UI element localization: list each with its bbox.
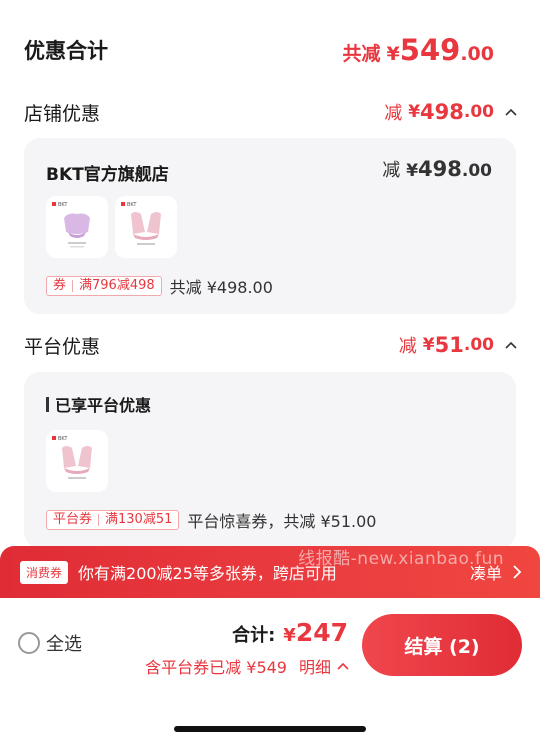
store-card-decimal: .00 bbox=[461, 161, 492, 181]
product-thumbnail[interactable]: BKT bbox=[115, 196, 177, 258]
store-prefix: 减 bbox=[384, 103, 403, 124]
store-coupon-row: 券 满796减498 共减 ¥498.00 bbox=[46, 274, 273, 298]
summary-prefix: 共减 bbox=[342, 43, 381, 65]
product-thumbnail[interactable]: BKT bbox=[46, 430, 108, 492]
enjoyed-platform-title: 已享平台优惠 bbox=[46, 392, 151, 416]
select-all-toggle[interactable]: 全选 bbox=[18, 630, 82, 656]
coupon-label: 平台券 bbox=[53, 512, 93, 527]
coupon-rule: 满796减498 bbox=[79, 278, 155, 293]
discount-summary-title: 优惠合计 bbox=[24, 39, 108, 63]
store-coupon-tag[interactable]: 券 满796减498 bbox=[46, 276, 162, 296]
title-bar-marker bbox=[46, 396, 49, 412]
platform-coupon-tag[interactable]: 平台券 满130减51 bbox=[46, 510, 180, 530]
detail-label: 明细 bbox=[298, 658, 331, 677]
platform-currency: ¥ bbox=[422, 335, 435, 355]
platform-coupon-row: 平台券 满130减51 平台惊喜券，共减 ¥51.00 bbox=[46, 508, 376, 532]
platform-decimal: .00 bbox=[463, 335, 494, 355]
summary-decimal: .00 bbox=[460, 43, 494, 65]
store-integer: 498 bbox=[420, 100, 464, 124]
enjoyed-platform-label: 已享平台优惠 bbox=[55, 396, 152, 415]
chevron-up-icon[interactable] bbox=[504, 105, 518, 119]
checkout-button[interactable]: 结算 (2) bbox=[362, 614, 522, 676]
store-card-integer: 498 bbox=[418, 157, 462, 181]
platform-integer: 51 bbox=[434, 333, 464, 357]
saved-amount-line: 含平台券已减 ¥549 明细 bbox=[145, 654, 350, 678]
watermark-text: 线报酷-new.xianbao.fun bbox=[298, 549, 504, 569]
total-label: 合计: bbox=[232, 625, 276, 646]
store-discount-card: BKT官方旗舰店 减 ¥ 498 .00 BKT BKT 券 满796减498 … bbox=[24, 138, 516, 314]
total-currency: ¥ bbox=[283, 625, 296, 646]
summary-currency: ¥ bbox=[386, 43, 400, 65]
discount-summary-row: 优惠合计 共减 ¥ 549 .00 bbox=[24, 30, 494, 70]
checkout-bar: 全选 合计: ¥ 247 含平台券已减 ¥549 明细 结算 (2) bbox=[0, 598, 540, 740]
store-currency: ¥ bbox=[408, 102, 421, 122]
store-name[interactable]: BKT官方旗舰店 bbox=[46, 160, 169, 185]
chevron-up-icon[interactable] bbox=[504, 338, 518, 352]
platform-discount-amount: 减 ¥ 51 .00 bbox=[399, 332, 518, 358]
platform-discount-title: 平台优惠 bbox=[24, 335, 101, 358]
radio-circle-icon[interactable] bbox=[18, 632, 40, 654]
brand-mark: BKT bbox=[58, 202, 68, 208]
discount-summary-amount: 共减 ¥ 549 .00 bbox=[343, 33, 494, 67]
coupon-total-text: 共减 ¥498.00 bbox=[169, 278, 273, 297]
svg-text:BKT: BKT bbox=[58, 436, 68, 442]
store-card-currency: ¥ bbox=[406, 161, 419, 181]
store-card-prefix: 减 bbox=[382, 160, 401, 181]
select-all-label: 全选 bbox=[46, 634, 82, 655]
chevron-up-icon bbox=[337, 662, 349, 670]
chevron-right-icon bbox=[513, 565, 522, 579]
platform-discount-section-header[interactable]: 平台优惠 减 ¥ 51 .00 bbox=[24, 330, 518, 360]
saved-amount-text: 含平台券已减 ¥549 bbox=[145, 658, 287, 677]
store-discount-section-header[interactable]: 店铺优惠 减 ¥ 498 .00 bbox=[24, 97, 518, 127]
total-amount-line: 合计: ¥ 247 bbox=[232, 618, 348, 647]
coupon-label: 券 bbox=[53, 278, 67, 293]
svg-text:BKT: BKT bbox=[127, 202, 137, 208]
product-thumbnail[interactable]: BKT bbox=[46, 196, 108, 258]
total-amount: 247 bbox=[295, 618, 348, 647]
store-discount-title: 店铺优惠 bbox=[24, 102, 101, 125]
store-card-discount: 减 ¥ 498 .00 bbox=[382, 156, 492, 182]
discount-detail-link[interactable]: 明细 bbox=[299, 654, 350, 678]
coupon-total-text: 平台惊喜券，共减 ¥51.00 bbox=[187, 512, 377, 531]
coupon-rule: 满130减51 bbox=[105, 512, 173, 527]
consumer-coupon-badge: 消费券 bbox=[20, 560, 69, 584]
home-indicator bbox=[174, 726, 366, 732]
platform-prefix: 减 bbox=[398, 336, 417, 357]
platform-discount-card: 已享平台优惠 BKT 平台券 满130减51 平台惊喜券，共减 ¥51.00 bbox=[24, 372, 516, 548]
store-discount-amount: 减 ¥ 498 .00 bbox=[384, 99, 518, 125]
summary-integer: 549 bbox=[399, 33, 461, 67]
store-decimal: .00 bbox=[463, 102, 494, 122]
